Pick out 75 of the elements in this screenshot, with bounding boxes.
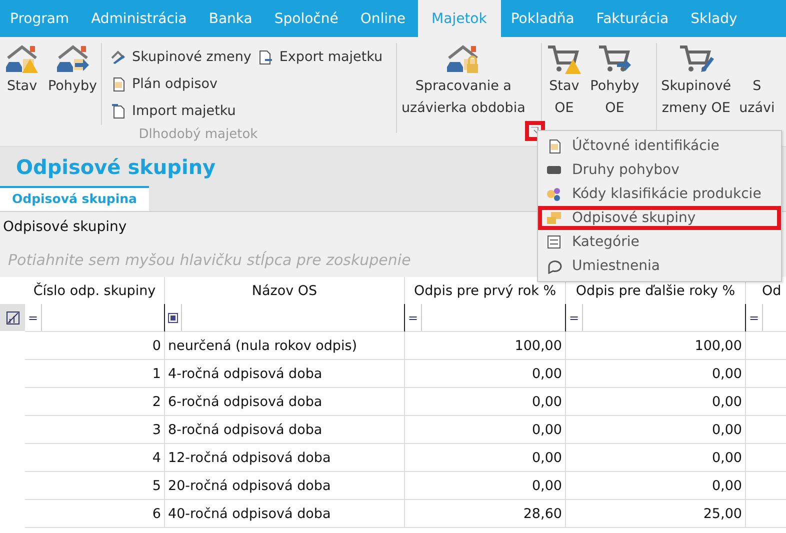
filter-operator[interactable]: =	[28, 310, 38, 324]
table-cell: 0,00	[405, 472, 566, 500]
table-cell: 6	[25, 500, 165, 528]
group-by-hint: Potiahnite sem myšou hlavičku stĺpca pre zoskupenie	[8, 250, 411, 268]
notes-icon	[546, 210, 562, 226]
menu-item-label: Odpisové skupiny	[572, 210, 696, 226]
document-import-icon	[110, 102, 126, 118]
table-cell: 0,00	[566, 360, 746, 388]
ribbon-button[interactable]: Stav	[0, 43, 44, 125]
table-cell: 0,00	[405, 416, 566, 444]
table-cell: 8-ročná odpisová doba	[165, 416, 405, 444]
table-cell: 0,00	[566, 416, 746, 444]
table-cell: 0,00	[566, 388, 746, 416]
filter-operator[interactable]: =	[568, 310, 580, 324]
table-cell: 4-ročná odpisová doba	[165, 360, 405, 388]
table-cell: 5	[25, 472, 165, 500]
tags-icon	[546, 186, 562, 202]
group-label: Dlhodobý majetok	[138, 126, 259, 142]
house-car-arrow-icon	[54, 43, 91, 75]
table-cell: 1	[25, 360, 165, 388]
table-cell: 3	[25, 416, 165, 444]
filter-operator[interactable]: =	[748, 310, 760, 324]
table-cell: 0	[25, 332, 165, 360]
table-cell: 28,60	[405, 500, 566, 528]
ribbon-button[interactable]: Pohyby OE	[586, 43, 644, 133]
table-cell: 20-ročná odpisová doba	[165, 472, 405, 500]
cart-pencil-icon	[678, 43, 714, 75]
table-cell: 0,00	[566, 444, 746, 472]
table-cell: 40-ročná odpisová doba	[165, 500, 405, 528]
ribbon-button[interactable]: Export majetku	[257, 43, 383, 70]
ribbon-button[interactable]: Plán odpisov	[110, 70, 252, 97]
ribbon-button[interactable]: Skupinové zmeny	[110, 43, 252, 70]
section-label: Odpisové skupiny	[3, 219, 127, 235]
ribbon-button[interactable]: Import majetku	[110, 97, 252, 124]
filter-operator[interactable]: =	[408, 310, 418, 324]
ribbon-button[interactable]: Stav OE	[542, 43, 586, 133]
ribbon-button[interactable]: Pohyby	[44, 43, 102, 125]
house-car-warning-icon	[4, 43, 40, 75]
table-cell: 4	[25, 444, 165, 472]
expand-arrow-icon	[531, 127, 540, 135]
table-cell: 2	[25, 388, 165, 416]
menu-item-label: Kategórie	[572, 234, 640, 250]
list-icon	[546, 234, 562, 250]
table-cell: neurčená (nula rokov odpis)	[165, 332, 405, 360]
menu-item[interactable]: Umiestnenia	[538, 254, 781, 278]
table-cell: 0,00	[405, 444, 566, 472]
cart-warning-icon	[546, 43, 582, 75]
menu-item-label: Účtovné identifikácie	[572, 138, 720, 154]
document-export-icon	[257, 48, 274, 64]
column-header[interactable]: Číslo odp. skupiny	[25, 277, 165, 304]
menu-item-label: Druhy pohybov	[572, 162, 680, 178]
filter-editor-icon[interactable]	[6, 310, 20, 324]
ribbon-button[interactable]: Skupinové zmeny OE	[657, 43, 736, 133]
column-header[interactable]: Názov OS	[165, 277, 405, 304]
menu-item[interactable]: Odpisové skupiny	[538, 206, 781, 230]
filter-operator-icon[interactable]	[168, 312, 178, 322]
table-cell: 0,00	[405, 360, 566, 388]
menu-item-label: Umiestnenia	[572, 258, 660, 274]
menu-item[interactable]: Účtovné identifikácie	[538, 134, 781, 158]
speech-bubble-icon	[546, 258, 562, 274]
menu-item[interactable]: Druhy pohybov	[538, 158, 781, 182]
ribbon-button[interactable]: Spracovanie a uzávierka obdobia	[397, 43, 530, 133]
table-cell: 100,00	[405, 332, 566, 360]
table-cell: 6-ročná odpisová doba	[165, 388, 405, 416]
menu-item[interactable]: Kódy klasifikácie produkcie	[538, 182, 781, 206]
table-cell: 25,00	[566, 500, 746, 528]
page-title: Odpisové skupiny	[16, 154, 216, 178]
table-cell: 0,00	[566, 472, 746, 500]
menu-item-label: Kódy klasifikácie produkcie	[572, 186, 762, 202]
menu-item[interactable]: Kategórie	[538, 230, 781, 254]
house-pencil-icon	[110, 48, 126, 64]
table-cell: 12-ročná odpisová doba	[165, 444, 405, 472]
table-cell: 100,00	[566, 332, 746, 360]
ribbon-button[interactable]: S uzávi	[735, 43, 779, 133]
table-cell: 0,00	[405, 388, 566, 416]
